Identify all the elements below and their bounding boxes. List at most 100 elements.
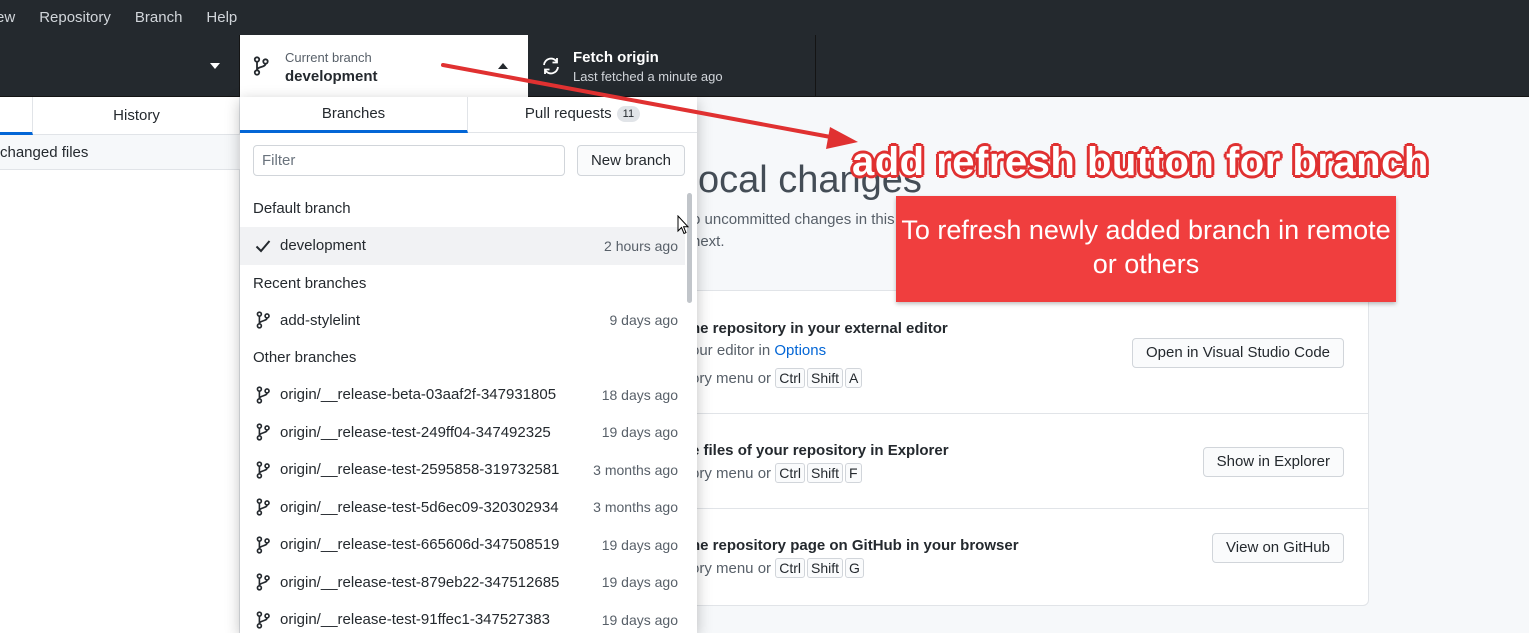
git-branch-icon bbox=[254, 386, 272, 404]
branch-item[interactable]: origin/__release-test-249ff04-347492325 1… bbox=[240, 414, 685, 452]
branch-dropdown: Branches Pull requests11 New branch Defa… bbox=[240, 97, 697, 633]
branch-item[interactable]: origin/__release-test-91ffec1-347527383 1… bbox=[240, 601, 685, 633]
kbd-ctrl: Ctrl bbox=[775, 368, 805, 388]
kbd-key: G bbox=[845, 558, 864, 578]
branch-time: 19 days ago bbox=[601, 574, 678, 591]
shortcut-text: ory menu or bbox=[691, 370, 776, 387]
git-branch-icon bbox=[254, 461, 272, 479]
suggestion-shortcut: ory menu or Ctrl Shift G bbox=[691, 558, 866, 578]
git-branch-icon bbox=[254, 498, 272, 516]
git-branch-icon bbox=[253, 56, 269, 79]
other-branches-header: Other branches bbox=[253, 349, 357, 366]
options-link[interactable]: Options bbox=[774, 342, 826, 359]
git-branch-icon bbox=[254, 536, 272, 554]
no-local-changes-desc-line1: o uncommitted changes in this bbox=[692, 211, 895, 228]
branch-time: 18 days ago bbox=[601, 386, 678, 403]
branch-item[interactable]: add-stylelint 9 days ago bbox=[240, 302, 685, 340]
branch-name: add-stylelint bbox=[280, 311, 361, 329]
mouse-cursor-icon bbox=[677, 215, 689, 235]
kbd-shift: Shift bbox=[806, 558, 843, 578]
tab-changes[interactable] bbox=[0, 97, 33, 135]
suggestion-show-explorer: e files of your repository in Explorer o… bbox=[681, 414, 1368, 509]
caret-down-icon bbox=[210, 63, 220, 69]
open-in-editor-button[interactable]: Open in Visual Studio Code bbox=[1131, 338, 1344, 368]
menu-view[interactable]: ew bbox=[0, 0, 27, 35]
suggestion-desc-text: our editor in bbox=[691, 342, 775, 359]
caret-up-icon bbox=[498, 63, 508, 69]
suggestion-shortcut: ory menu or Ctrl Shift A bbox=[691, 368, 864, 388]
branch-time: 19 days ago bbox=[601, 611, 678, 628]
menu-repository[interactable]: Repository bbox=[27, 0, 123, 35]
branch-time: 9 days ago bbox=[609, 312, 679, 329]
fetch-origin-button[interactable]: Fetch origin Last fetched a minute ago bbox=[528, 35, 816, 97]
current-repository-button[interactable] bbox=[0, 35, 240, 97]
kbd-key: F bbox=[845, 463, 862, 483]
branch-dropdown-tabs: Branches Pull requests 11 bbox=[240, 97, 697, 133]
kbd-ctrl: Ctrl bbox=[775, 558, 805, 578]
branch-item[interactable]: origin/__release-beta-03aaf2f-347931805 1… bbox=[240, 376, 685, 414]
suggestion-title: he repository page on GitHub in your bro… bbox=[691, 537, 1019, 554]
branch-item[interactable]: origin/__release-test-2595858-319732581 3… bbox=[240, 451, 685, 489]
branch-name: origin/__release-beta-03aaf2f-347931805 bbox=[280, 386, 557, 404]
branch-filter-input[interactable] bbox=[253, 145, 565, 176]
branch-item[interactable]: development 2 hours ago bbox=[240, 227, 685, 265]
sidebar-tabs: History bbox=[0, 97, 240, 135]
branch-time: 3 months ago bbox=[593, 461, 678, 478]
recent-branch-group: add-stylelint 9 days ago bbox=[240, 302, 685, 340]
branch-time: 2 hours ago bbox=[604, 237, 678, 254]
tab-pull-requests[interactable]: Pull requests 11 bbox=[468, 97, 697, 133]
branch-list: Default branch development 2 hours ago Re… bbox=[240, 190, 685, 633]
current-branch-button[interactable]: Current branch development bbox=[240, 35, 528, 97]
branch-name: origin/__release-test-2595858-319732581 bbox=[280, 461, 560, 479]
sidebar: History changed files bbox=[0, 97, 240, 633]
menu-help[interactable]: Help bbox=[194, 0, 249, 35]
suggestion-desc: our editor in Options bbox=[691, 342, 826, 359]
other-branch-group: origin/__release-beta-03aaf2f-347931805 1… bbox=[240, 376, 685, 633]
view-on-github-button[interactable]: View on GitHub bbox=[1212, 533, 1344, 563]
kbd-shift: Shift bbox=[806, 463, 843, 483]
branch-item[interactable]: origin/__release-test-5d6ec09-320302934 3… bbox=[240, 489, 685, 527]
git-branch-icon bbox=[254, 311, 272, 329]
branch-item[interactable]: origin/__release-test-879eb22-347512685 1… bbox=[240, 564, 685, 602]
suggestions-panel: he repository in your external editor ou… bbox=[680, 290, 1369, 606]
kbd-key: A bbox=[845, 368, 863, 388]
pull-request-count-badge: 11 bbox=[616, 106, 641, 122]
sync-icon bbox=[540, 55, 562, 80]
tab-branches[interactable]: Branches bbox=[240, 97, 468, 133]
branch-list-scrollbar[interactable] bbox=[687, 193, 692, 303]
annotation-note-box: To refresh newly added branch in remote … bbox=[896, 196, 1396, 302]
git-branch-icon bbox=[254, 423, 272, 441]
branch-name: origin/__release-test-5d6ec09-320302934 bbox=[280, 498, 559, 516]
tab-history[interactable]: History bbox=[33, 97, 240, 135]
suggestion-shortcut: ory menu or Ctrl Shift F bbox=[691, 463, 864, 483]
check-icon bbox=[254, 237, 272, 255]
shortcut-text: ory menu or bbox=[691, 465, 776, 482]
menu-bar: ew Repository Branch Help bbox=[0, 0, 1529, 35]
branch-time: 3 months ago bbox=[593, 499, 678, 516]
git-branch-icon bbox=[254, 573, 272, 591]
changed-files-header: changed files bbox=[0, 135, 240, 170]
last-fetched-text: Last fetched a minute ago bbox=[573, 69, 723, 84]
toolbar: Current branch development Fetch origin … bbox=[0, 35, 1529, 97]
tab-pull-requests-label: Pull requests bbox=[524, 105, 612, 122]
branch-time: 19 days ago bbox=[601, 424, 678, 441]
annotation-title: add refresh button for branch bbox=[852, 140, 1429, 184]
branch-time: 19 days ago bbox=[601, 536, 678, 553]
branch-name: origin/__release-test-91ffec1-347527383 bbox=[280, 611, 550, 629]
new-branch-button[interactable]: New branch bbox=[577, 145, 685, 176]
branch-name: origin/__release-test-665606d-347508519 bbox=[280, 536, 560, 554]
menu-branch[interactable]: Branch bbox=[123, 0, 195, 35]
branch-item[interactable]: origin/__release-test-665606d-347508519 1… bbox=[240, 526, 685, 564]
suggestion-title: e files of your repository in Explorer bbox=[691, 442, 949, 459]
fetch-origin-title: Fetch origin bbox=[573, 49, 659, 66]
branch-name: origin/__release-test-249ff04-347492325 bbox=[280, 423, 551, 441]
git-branch-icon bbox=[254, 611, 272, 629]
suggestion-view-github: he repository page on GitHub in your bro… bbox=[681, 509, 1368, 605]
default-branch-group: development 2 hours ago bbox=[240, 227, 685, 265]
current-branch-name: development bbox=[285, 68, 378, 85]
branch-name: origin/__release-test-879eb22-347512685 bbox=[280, 573, 560, 591]
suggestion-open-editor: he repository in your external editor ou… bbox=[681, 291, 1368, 414]
branch-name: development bbox=[280, 237, 366, 255]
kbd-ctrl: Ctrl bbox=[775, 463, 805, 483]
show-in-explorer-button[interactable]: Show in Explorer bbox=[1202, 447, 1344, 477]
